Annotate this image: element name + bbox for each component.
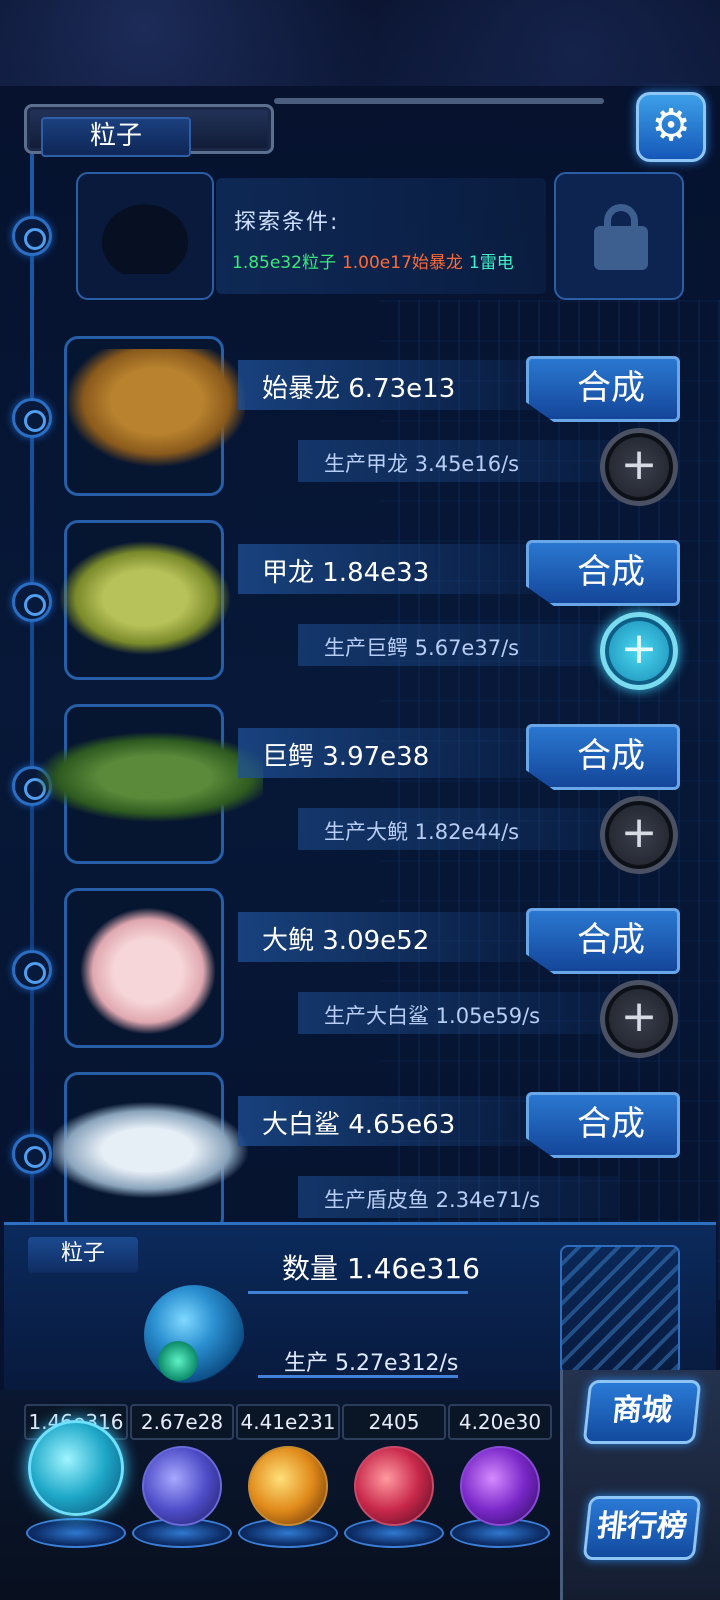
creature-portrait — [53, 1072, 263, 1232]
resource-bar: 1.46e316 2.67e28 4.41e231 2405 4.20e30 — [0, 1390, 560, 1600]
particle-production: 生产 5.27e312/s — [284, 1351, 459, 1376]
particle-cluster-icon — [144, 1285, 244, 1385]
header-divider — [274, 98, 604, 104]
ankylosaurus-icon — [47, 533, 243, 663]
particle-quantity: 数量 1.46e316 — [282, 1252, 480, 1285]
creature-name: 巨鳄 3.97e38 — [262, 742, 430, 772]
trex-silhouette-icon — [90, 194, 200, 274]
creature-portrait — [47, 520, 243, 680]
upgrade-plus-button[interactable]: + — [600, 428, 678, 506]
trex-icon — [49, 349, 245, 479]
locked-creature-silhouette — [76, 172, 214, 300]
currency-label: 粒子 — [41, 117, 191, 157]
spine-lock-node — [12, 216, 52, 256]
plus-icon: + — [620, 991, 658, 1042]
space-background — [0, 0, 720, 90]
resource-value: 2405 — [342, 1404, 446, 1440]
combine-button[interactable]: 合成 — [526, 724, 680, 790]
resource-value: 4.20e30 — [448, 1404, 552, 1440]
creature-name: 大鲵 3.09e52 — [262, 926, 430, 956]
leaderboard-button[interactable]: 排行榜 — [582, 1496, 702, 1560]
upgrade-plus-button[interactable]: + — [600, 612, 678, 690]
resource-value: 4.41e231 — [236, 1404, 340, 1440]
creature-portrait — [23, 704, 263, 864]
explore-title: 探索条件: — [234, 210, 340, 235]
shark-icon — [53, 1095, 263, 1205]
currency-plate: 粒子 — [24, 104, 274, 157]
particle-orb-icon[interactable] — [28, 1420, 124, 1516]
creature-name: 甲龙 1.84e33 — [262, 558, 430, 588]
combine-button[interactable]: 合成 — [526, 356, 680, 422]
salamander-icon — [73, 901, 223, 1041]
crocodile-icon — [23, 727, 263, 827]
creature-production: 生产盾皮鱼 2.34e71/s — [324, 1188, 541, 1212]
dna-icon — [560, 1245, 680, 1375]
stats-tag: 粒子 — [28, 1237, 138, 1273]
explore-section: 探索条件: 1.85e32粒子 1.00e17始暴龙 1雷电 — [76, 172, 686, 302]
gear-icon: ⚙ — [651, 100, 691, 151]
lightning-orb-icon[interactable] — [142, 1446, 222, 1526]
explore-requirements: 1.85e32粒子 1.00e17始暴龙 1雷电 — [232, 248, 514, 273]
req-thunder: 1雷电 — [468, 253, 514, 273]
creature-row-ankylosaurus: 甲龙 1.84e33 生产巨鳄 5.67e37/s 合成 + — [0, 514, 720, 690]
plus-icon: + — [620, 807, 658, 858]
combine-button[interactable]: 合成 — [526, 908, 680, 974]
req-particles: 1.85e32粒子 — [232, 253, 336, 273]
combine-button[interactable]: 合成 — [526, 540, 680, 606]
shop-button[interactable]: 商城 — [582, 1380, 702, 1444]
vortex-orb-icon[interactable] — [460, 1446, 540, 1526]
top-bar: 粒子 ⚙ — [10, 92, 710, 162]
creature-portrait — [49, 336, 245, 496]
req-trex: 1.00e17始暴龙 — [341, 253, 463, 273]
settings-button[interactable]: ⚙ — [636, 92, 706, 162]
creature-production: 生产大白鲨 1.05e59/s — [324, 1004, 541, 1028]
explore-lock-button[interactable] — [554, 172, 684, 300]
brain-orb-icon[interactable] — [354, 1446, 434, 1526]
upgrade-plus-button[interactable]: + — [600, 980, 678, 1058]
creature-production: 生产巨鳄 5.67e37/s — [324, 636, 520, 660]
creature-row-salamander: 大鲵 3.09e52 生产大白鲨 1.05e59/s 合成 + — [0, 882, 720, 1058]
upgrade-plus-button[interactable]: + — [600, 796, 678, 874]
creature-name: 大白鲨 4.65e63 — [262, 1110, 456, 1140]
fire-orb-icon[interactable] — [248, 1446, 328, 1526]
resource-value: 2.67e28 — [130, 1404, 234, 1440]
creature-production: 生产大鲵 1.82e44/s — [324, 820, 520, 844]
creature-row-crocodile: 巨鳄 3.97e38 生产大鲵 1.82e44/s 合成 + — [0, 698, 720, 874]
creature-row-trex: 始暴龙 6.73e13 生产甲龙 3.45e16/s 合成 + — [0, 330, 720, 506]
plus-icon: + — [620, 439, 658, 490]
creature-portrait — [64, 888, 224, 1048]
explore-conditions-panel: 探索条件: 1.85e32粒子 1.00e17始暴龙 1雷电 — [216, 178, 546, 294]
creature-name: 始暴龙 6.73e13 — [262, 374, 456, 404]
combine-button[interactable]: 合成 — [526, 1092, 680, 1158]
creature-production: 生产甲龙 3.45e16/s — [324, 452, 520, 476]
creature-row-shark: 大白鲨 4.65e63 生产盾皮鱼 2.34e71/s 合成 — [0, 1066, 720, 1236]
plus-icon: + — [620, 623, 658, 674]
